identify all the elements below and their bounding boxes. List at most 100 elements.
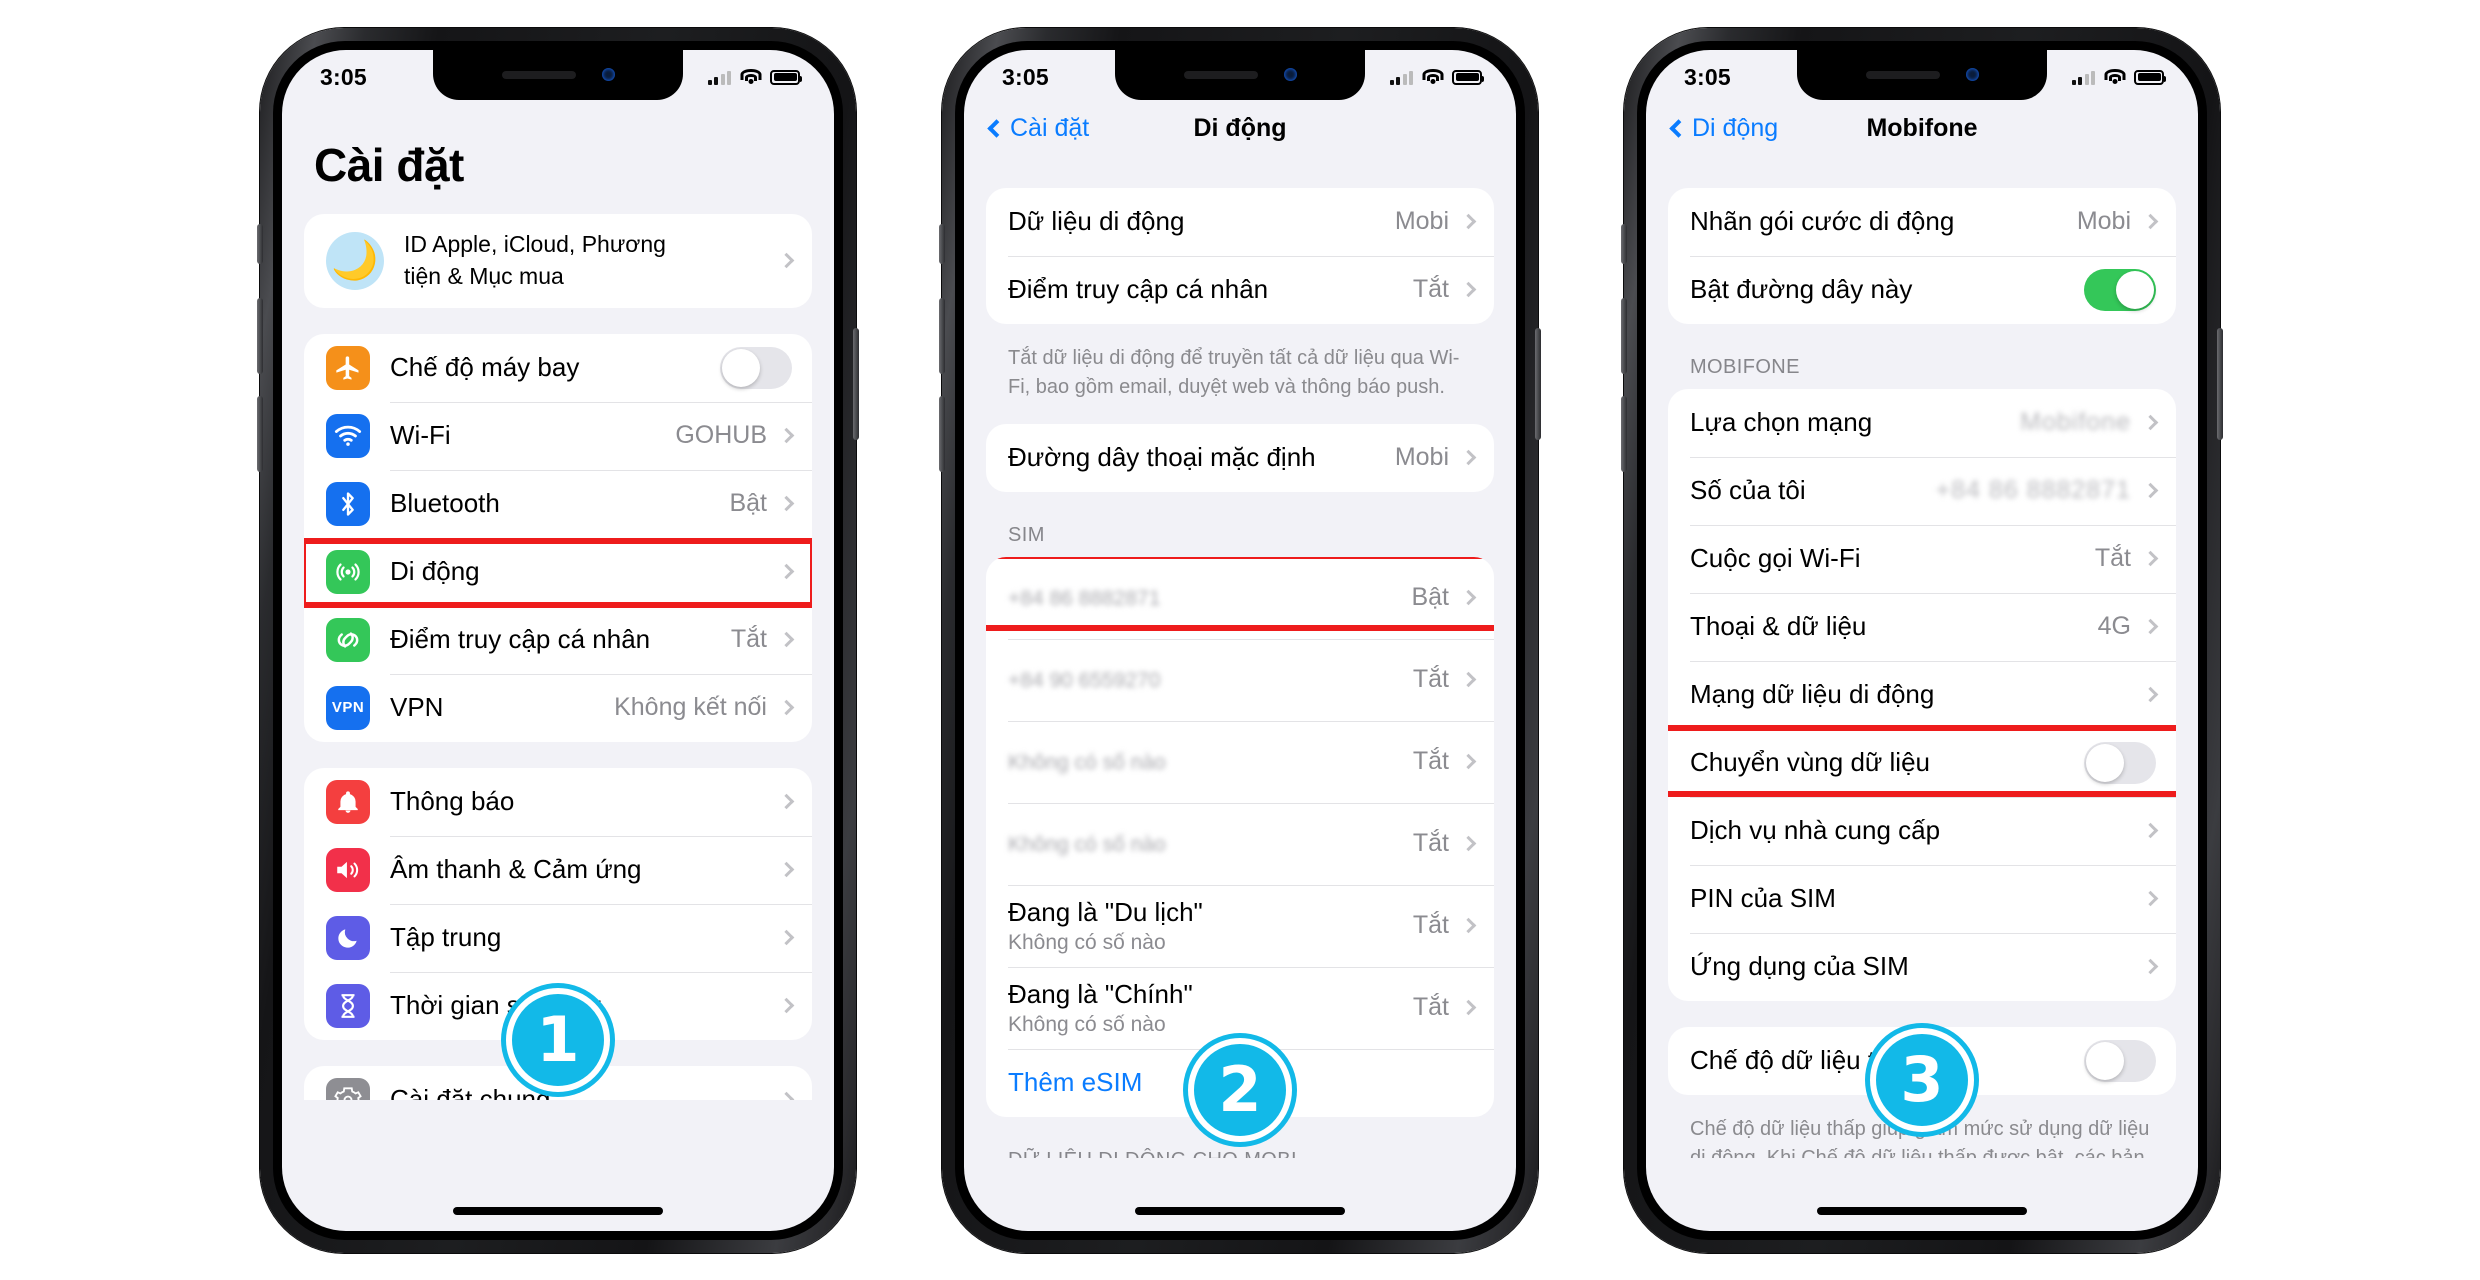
mute-switch[interactable] xyxy=(1621,223,1627,264)
chevron-left-icon xyxy=(1669,119,1688,138)
settings-row-notifications[interactable]: Thông báo xyxy=(304,768,812,836)
settings-row-my-number[interactable]: Số của tôi +84 86 8882871 xyxy=(1668,456,2176,525)
turn-on-line-toggle[interactable] xyxy=(2084,268,2156,311)
settings-row-data-roaming[interactable]: Chuyển vùng dữ liệu xyxy=(1668,728,2176,797)
cellular-scroll-view[interactable]: Dữ liệu di động Mobi Điểm truy cập cá nh… xyxy=(964,158,1516,1158)
settings-row-cellular-data-network[interactable]: Mạng dữ liệu di động xyxy=(1668,660,2176,729)
step-badge-2: 2 xyxy=(1188,1037,1292,1142)
settings-row-value: Mobi xyxy=(1394,207,1449,235)
mute-switch[interactable] xyxy=(939,223,945,264)
settings-row-label: Mạng dữ liệu di động xyxy=(1690,679,1935,709)
cellular-data-footer-header: DỮ LIỆU DI ĐỘNG CHO MOBI xyxy=(986,1143,1494,1158)
volume-up-button[interactable] xyxy=(1621,297,1627,374)
settings-row-sim-pin[interactable]: PIN của SIM xyxy=(1668,864,2176,933)
settings-row-personal-hotspot[interactable]: Điểm truy cập cá nhân Tắt xyxy=(986,255,1494,324)
power-button[interactable] xyxy=(2217,327,2223,440)
settings-row-plan-label[interactable]: Nhãn gói cước di động Mobi xyxy=(1668,188,2176,256)
settings-row-label: Wi-Fi xyxy=(390,420,451,450)
chevron-right-icon xyxy=(1460,917,1477,934)
airplane-mode-toggle[interactable] xyxy=(720,346,792,389)
settings-row-label: Điểm truy cập cá nhân xyxy=(1008,274,1269,304)
chevron-right-icon xyxy=(778,563,795,580)
sim-row-value: Tắt xyxy=(1412,993,1449,1021)
home-indicator[interactable] xyxy=(1135,1206,1345,1215)
settings-row-wifi[interactable]: Wi-Fi GOHUB xyxy=(304,401,812,470)
chevron-right-icon xyxy=(1460,999,1477,1016)
settings-row-turn-on-line[interactable]: Bật đường dây này xyxy=(1668,255,2176,324)
settings-row-vpn[interactable]: VPN VPN Không kết nối xyxy=(304,673,812,742)
sim-row[interactable]: Đang là "Du lịch" Không có số nào Tắt xyxy=(986,884,1494,967)
avatar: 🌙 xyxy=(326,231,384,290)
settings-row-value: Tắt xyxy=(2094,544,2131,572)
settings-row-airplane-mode[interactable]: Chế độ máy bay xyxy=(304,334,812,402)
apple-id-row[interactable]: 🌙 ID Apple, iCloud, Phương tiện & Mục mu… xyxy=(304,214,812,308)
settings-row-cellular[interactable]: Di động xyxy=(304,537,812,606)
volume-down-button[interactable] xyxy=(1621,395,1627,472)
back-button-label: Di động xyxy=(1692,114,1779,142)
speaker-icon xyxy=(326,847,370,892)
chevron-right-icon xyxy=(778,997,795,1014)
settings-row-sim-applications[interactable]: Ứng dụng của SIM xyxy=(1668,932,2176,1001)
gear-icon xyxy=(326,1077,370,1100)
settings-row-label: Đường dây thoại mặc định xyxy=(1008,442,1316,472)
sim-row[interactable]: +84 90 6559270 Tắt xyxy=(986,638,1494,721)
settings-row-hotspot[interactable]: Điểm truy cập cá nhân Tắt xyxy=(304,605,812,674)
sim-row-value: Tắt xyxy=(1412,665,1449,693)
bluetooth-icon xyxy=(326,481,370,526)
chevron-right-icon xyxy=(1460,213,1477,230)
settings-row-cellular-data[interactable]: Dữ liệu di động Mobi xyxy=(986,188,1494,256)
line-group: Nhãn gói cước di động Mobi Bật đường dây… xyxy=(1668,187,2176,324)
home-indicator[interactable] xyxy=(453,1206,663,1215)
volume-up-button[interactable] xyxy=(257,297,263,374)
power-button[interactable] xyxy=(1535,327,1541,440)
settings-row-label: Dữ liệu di động xyxy=(1008,206,1185,236)
settings-row-value: +84 86 8882871 xyxy=(1935,476,2131,504)
sim-row-number: Không có số nào xyxy=(1008,930,1166,954)
settings-row-label: Bật đường dây này xyxy=(1690,274,1913,304)
chevron-right-icon xyxy=(1460,281,1477,298)
sim-row[interactable]: Đang là "Chính" Không có số nào Tắt xyxy=(986,966,1494,1049)
settings-row-value: 4G xyxy=(2097,612,2131,640)
settings-row-label: Bluetooth xyxy=(390,488,500,518)
mobifone-section-header: MOBIFONE xyxy=(1690,355,1800,378)
volume-down-button[interactable] xyxy=(939,395,945,472)
sim-row-value: Tắt xyxy=(1412,747,1449,775)
wifi-icon xyxy=(740,68,761,85)
power-button[interactable] xyxy=(853,327,859,440)
sim-row-value: Tắt xyxy=(1412,829,1449,857)
sim-row[interactable]: Không có số nào Tắt xyxy=(986,802,1494,885)
settings-row-bluetooth[interactable]: Bluetooth Bật xyxy=(304,469,812,538)
settings-row-label: Chuyển vùng dữ liệu xyxy=(1690,747,1931,777)
volume-up-button[interactable] xyxy=(939,297,945,374)
chevron-right-icon xyxy=(778,699,795,716)
chevron-right-icon xyxy=(1460,835,1477,852)
chevron-right-icon xyxy=(778,861,795,878)
home-indicator[interactable] xyxy=(1817,1206,2027,1215)
settings-row-voice-and-data[interactable]: Thoại & dữ liệu 4G xyxy=(1668,592,2176,661)
back-button-label: Cài đặt xyxy=(1010,114,1090,142)
sim-section-header: SIM xyxy=(1008,523,1045,546)
sim-row[interactable]: Không có số nào Tắt xyxy=(986,720,1494,803)
settings-row-label: Di động xyxy=(390,556,480,586)
settings-row-carrier-services[interactable]: Dịch vụ nhà cung cấp xyxy=(1668,796,2176,865)
sim-row[interactable]: +84 86 8882871 Bật xyxy=(986,557,1494,639)
navigation-bar: Di động Mobifone xyxy=(1646,100,2198,158)
chevron-right-icon xyxy=(1460,449,1477,466)
settings-row-network-selection[interactable]: Lựa chọn mạng Mobifone xyxy=(1668,389,2176,457)
volume-down-button[interactable] xyxy=(257,395,263,472)
low-data-mode-toggle[interactable] xyxy=(2084,1039,2156,1082)
back-button[interactable]: Di động xyxy=(1669,114,1779,143)
bell-icon xyxy=(326,779,370,824)
settings-row-focus[interactable]: Tập trung xyxy=(304,903,812,972)
data-roaming-toggle[interactable] xyxy=(2084,741,2156,784)
phone-2-frame: 3:05 Cài đặt Di động Dữ liệu di động Mob… xyxy=(939,27,1541,1253)
mobifone-scroll-view[interactable]: Nhãn gói cước di động Mobi Bật đường dây… xyxy=(1646,158,2198,1158)
settings-row-wifi-calling[interactable]: Cuộc gọi Wi-Fi Tắt xyxy=(1668,524,2176,593)
settings-scroll-view[interactable]: Cài đặt 🌙 ID Apple, iCloud, Phương tiện … xyxy=(282,100,834,1100)
back-button[interactable]: Cài đặt xyxy=(987,114,1090,143)
settings-row-sounds[interactable]: Âm thanh & Cảm ứng xyxy=(304,835,812,904)
chevron-right-icon xyxy=(778,793,795,810)
wifi-icon xyxy=(2104,68,2125,85)
mute-switch[interactable] xyxy=(257,223,263,264)
settings-row-default-voice-line[interactable]: Đường dây thoại mặc định Mobi xyxy=(986,424,1494,492)
